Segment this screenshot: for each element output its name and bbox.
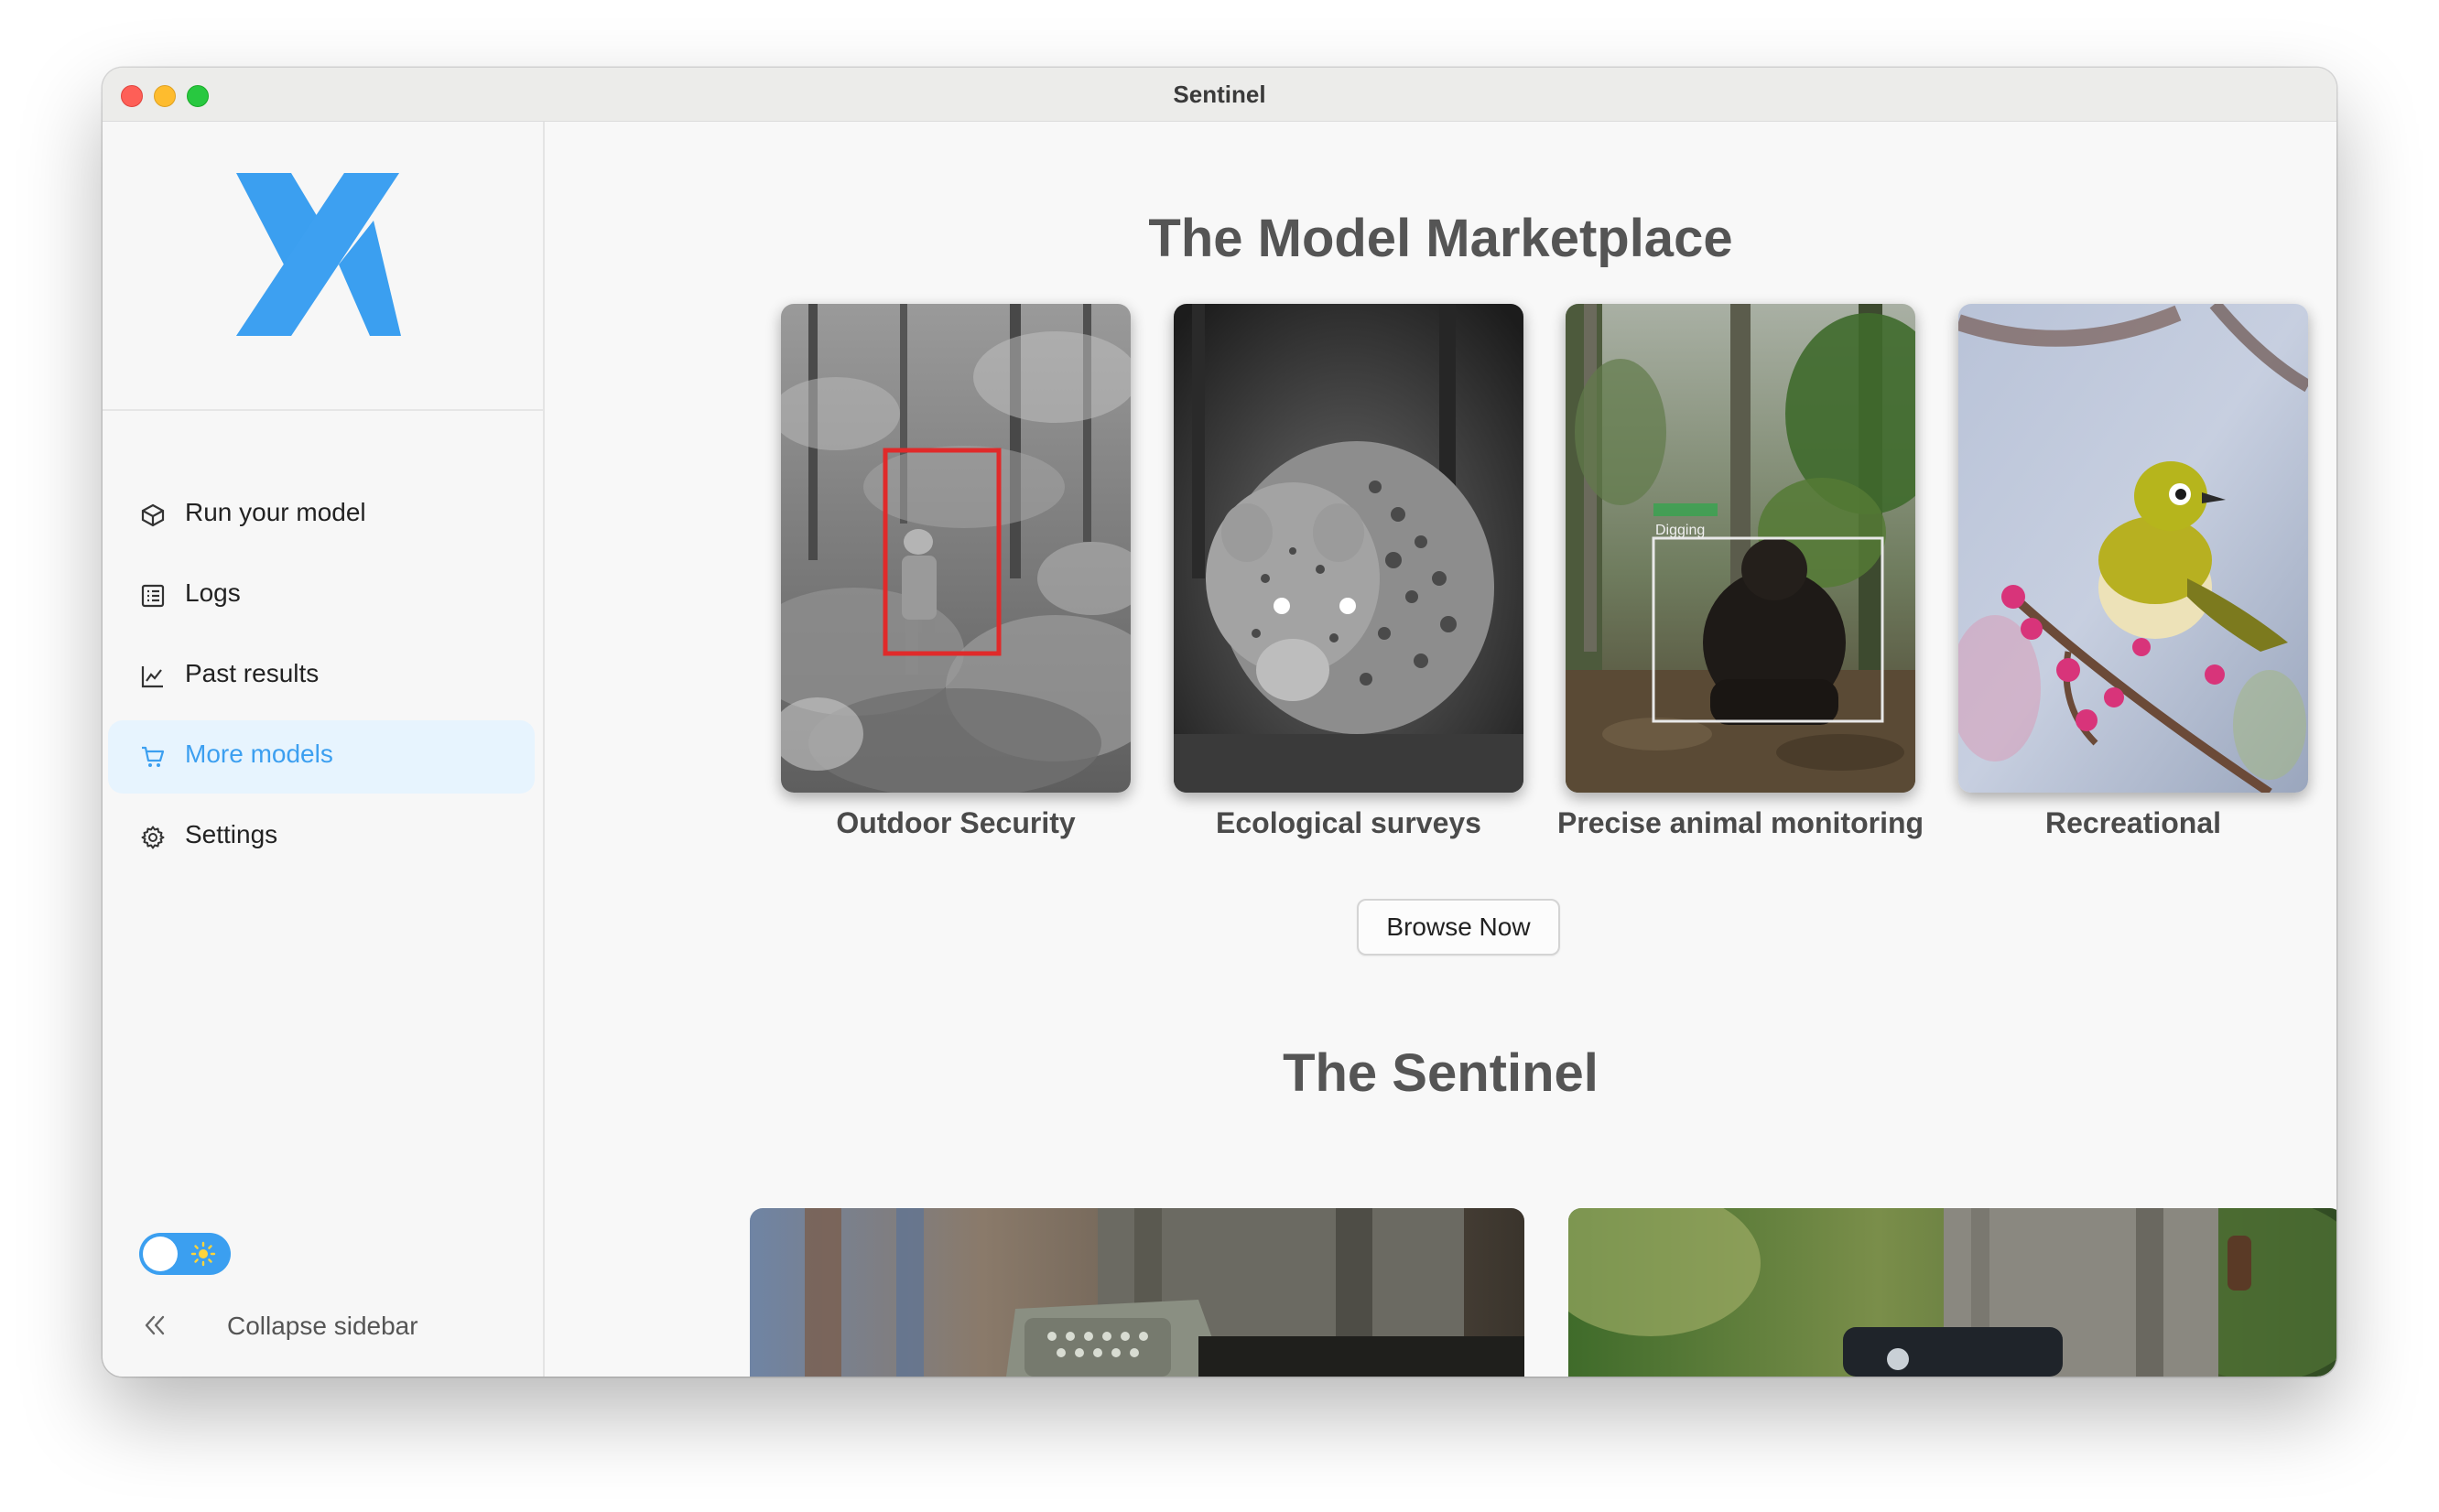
detection-label: Digging (1655, 523, 1705, 538)
marketplace-title: The Model Marketplace (1148, 209, 1733, 268)
sidebar-item-label: More models (185, 740, 333, 768)
title-bar: Sentinel (103, 68, 2336, 122)
window-title: Sentinel (1173, 81, 1266, 108)
card-caption: Ecological surveys (1216, 806, 1481, 839)
card-image-outdoor-security[interactable] (781, 304, 1131, 793)
jaguar-photo (1174, 304, 1523, 793)
gorilla-photo: Digging (1566, 304, 1915, 793)
collapse-sidebar-button[interactable]: Collapse sidebar (136, 1302, 520, 1348)
theme-toggle[interactable] (139, 1233, 231, 1275)
card-image-ecological-surveys[interactable] (1174, 304, 1523, 793)
sidebar-item-logs[interactable]: Logs (108, 559, 535, 632)
chart-line-icon (141, 666, 163, 688)
cube-icon (141, 503, 165, 527)
main-content: The Model Marketplace Outdoor Security E… (545, 122, 2336, 1377)
gear-icon (141, 826, 165, 849)
app-window: Sentinel Run your model Logs Past result… (103, 68, 2336, 1377)
browse-now-button[interactable]: Browse Now (1357, 899, 1560, 956)
sidebar-item-run-your-model[interactable]: Run your model (108, 479, 535, 552)
sidebar-item-label: Logs (185, 578, 241, 607)
sidebar-item-label: Run your model (185, 498, 366, 526)
toggle-knob (143, 1237, 178, 1271)
bird-photo (1958, 304, 2308, 793)
trail-camera-photo (750, 1208, 1524, 1377)
collapse-sidebar-label: Collapse sidebar (227, 1312, 418, 1340)
card-image-recreational[interactable] (1958, 304, 2308, 793)
sentinel-image-camera-1 (750, 1208, 1524, 1377)
sidebar-item-settings[interactable]: Settings (108, 801, 535, 874)
trail-camera-photo (1568, 1208, 2336, 1377)
sidebar: Run your model Logs Past results More mo… (103, 122, 545, 1377)
card-caption: Precise animal monitoring (1556, 806, 1924, 839)
card-caption: Recreational (2044, 806, 2222, 839)
cart-icon (142, 746, 165, 767)
card-image-precise-animal-monitoring[interactable]: Digging (1566, 304, 1915, 793)
sidebar-item-more-models[interactable]: More models (108, 720, 535, 794)
forest-person-photo (781, 304, 1131, 793)
sidebar-item-label: Past results (185, 659, 320, 687)
card-caption: Outdoor Security (836, 806, 1076, 839)
sentinel-image-camera-2 (1568, 1208, 2336, 1377)
sidebar-item-label: Settings (185, 820, 278, 848)
x-logo-icon (236, 173, 401, 336)
logo-area (103, 122, 543, 411)
chevrons-left-icon (145, 1315, 165, 1335)
sun-icon (190, 1241, 216, 1267)
sidebar-item-past-results[interactable]: Past results (108, 640, 535, 713)
list-icon (141, 584, 165, 608)
sentinel-title: The Sentinel (1283, 1043, 1599, 1103)
